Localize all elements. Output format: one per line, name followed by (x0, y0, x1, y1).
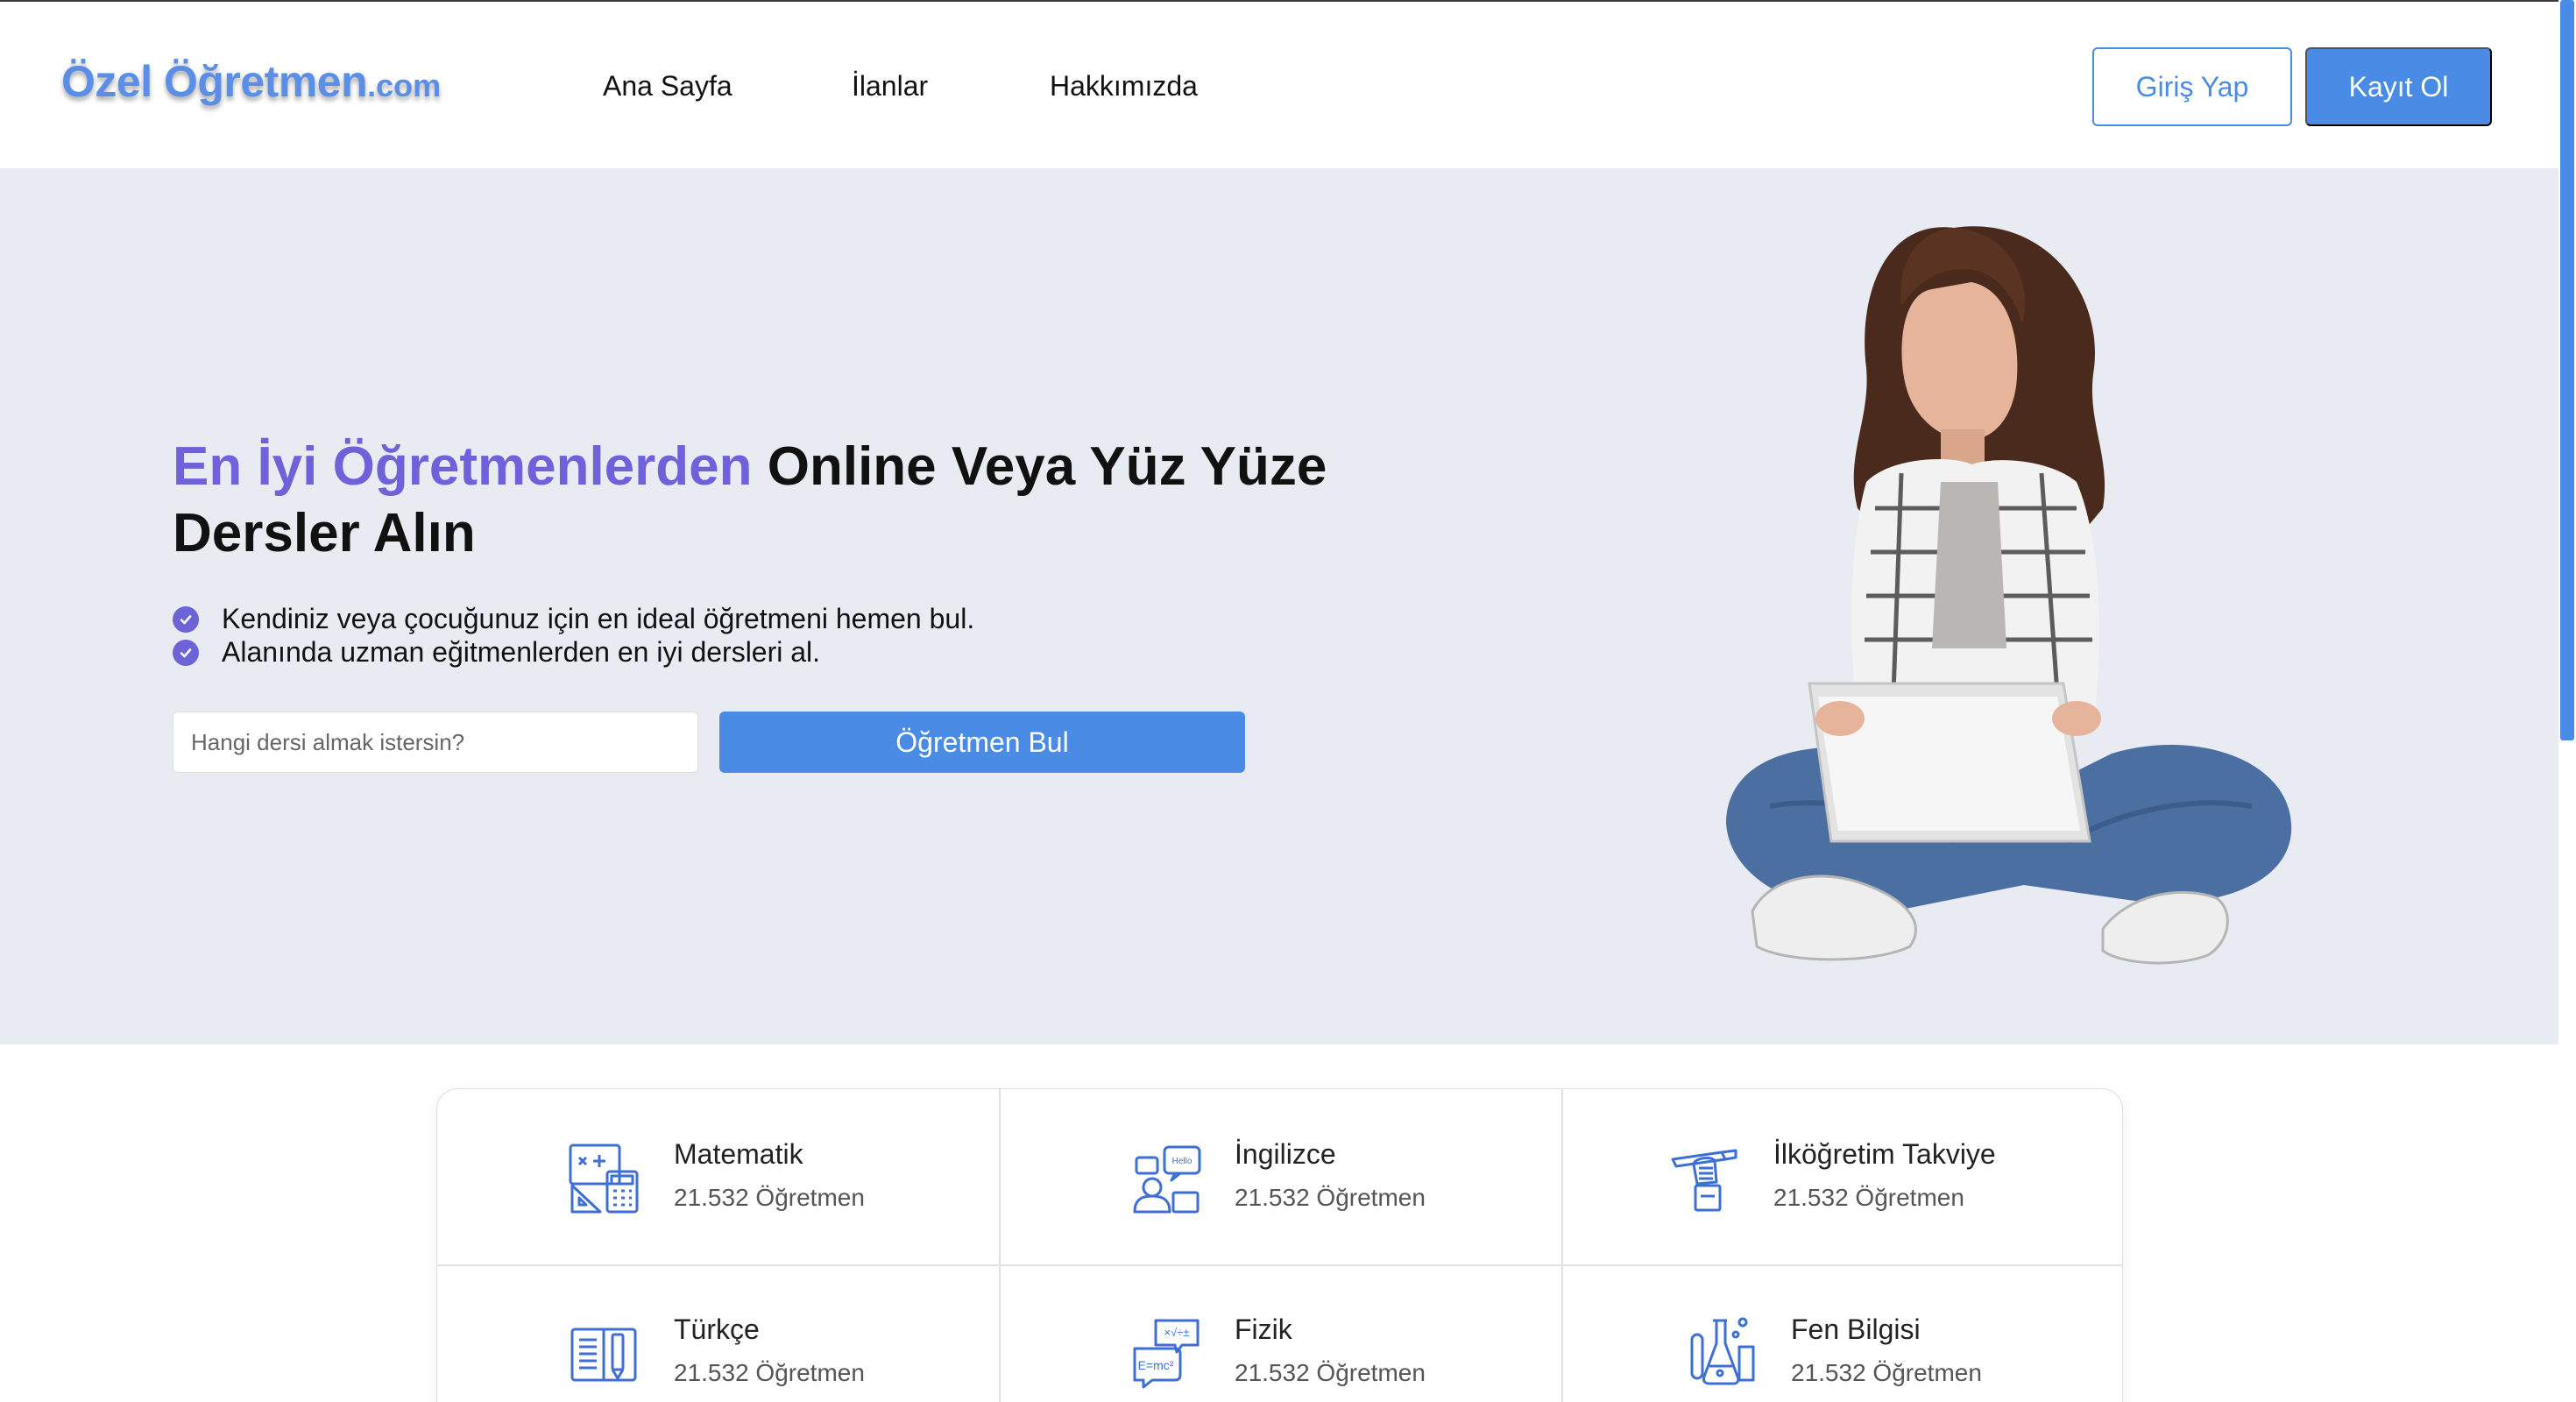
student-with-laptop-image (1726, 226, 2292, 965)
check-icon (173, 605, 199, 633)
math-icon (569, 1144, 639, 1214)
category-name: İlköğretim Takviye (1773, 1138, 1996, 1170)
category-card-matematik[interactable]: Matematik 21.532 Öğretmen (437, 1089, 999, 1264)
category-card-fen-bilgisi[interactable]: Fen Bilgisi 21.532 Öğretmen (1562, 1266, 2122, 1402)
hero-bullet-text: Alanında uzman eğitmenlerden en iyi ders… (222, 636, 821, 668)
book-icon (570, 1328, 637, 1382)
category-count: 21.532 Öğretmen (674, 1184, 865, 1211)
primary-school-icon (1671, 1149, 1737, 1212)
category-count: 21.532 Öğretmen (1235, 1359, 1426, 1386)
category-name: Türkçe (674, 1313, 760, 1345)
category-name: Fizik (1235, 1313, 1292, 1345)
login-button[interactable]: Giriş Yap (2092, 47, 2292, 126)
category-count: 21.532 Öğretmen (1773, 1184, 1964, 1211)
category-count: 21.532 Öğretmen (1791, 1359, 1982, 1386)
site-logo[interactable]: Özel Öğretmen.com (61, 56, 441, 107)
category-name: İngilizce (1235, 1138, 1336, 1170)
svg-text:E=mc²: E=mc² (1138, 1358, 1174, 1372)
category-grid: Matematik 21.532 Öğretmen Hello İngilizc… (436, 1088, 2123, 1402)
category-card-ingilizce[interactable]: Hello İngilizce 21.532 Öğretmen (1000, 1089, 1561, 1264)
page-scrollbar-thumb[interactable] (2560, 0, 2574, 740)
hero-bullet: Kendiniz veya çocuğunuz için en ideal öğ… (173, 603, 974, 635)
find-teacher-button[interactable]: Öğretmen Bul (719, 712, 1245, 773)
category-card-turkce[interactable]: Türkçe 21.532 Öğretmen (437, 1266, 999, 1402)
register-button[interactable]: Kayıt Ol (2305, 47, 2492, 126)
physics-icon: ×√÷± E=mc² (1133, 1319, 1200, 1389)
nav-about-link[interactable]: Hakkımızda (1050, 70, 1198, 103)
svg-text:Hello: Hello (1172, 1157, 1192, 1166)
logo-main-text: Özel Öğretmen (61, 57, 368, 106)
category-count: 21.532 Öğretmen (1235, 1184, 1426, 1211)
site-header: Özel Öğretmen.com Ana Sayfa İlanlar Hakk… (0, 2, 2558, 168)
category-card-fizik[interactable]: ×√÷± E=mc² Fizik 21.532 Öğretmen (1000, 1266, 1561, 1402)
nav-home-link[interactable]: Ana Sayfa (603, 70, 732, 103)
check-icon (173, 639, 199, 666)
category-name: Fen Bilgisi (1791, 1313, 1921, 1345)
logo-tld-text: .com (367, 67, 442, 103)
lesson-search-input[interactable] (173, 712, 698, 773)
category-card-ilkogretim-takviye[interactable]: İlköğretim Takviye 21.532 Öğretmen (1562, 1089, 2122, 1264)
hero-bullet: Alanında uzman eğitmenlerden en iyi ders… (173, 636, 820, 669)
hero-title-accent: En İyi Öğretmenlerden (173, 436, 753, 497)
science-icon (1690, 1317, 1755, 1385)
svg-text:×√÷±: ×√÷± (1164, 1326, 1190, 1339)
category-count: 21.532 Öğretmen (674, 1359, 865, 1386)
nav-listings-link[interactable]: İlanlar (852, 70, 928, 103)
category-name: Matematik (674, 1138, 803, 1170)
hero-bullet-text: Kendiniz veya çocuğunuz için en ideal öğ… (222, 603, 975, 634)
hero-title: En İyi Öğretmenlerden Online Veya Yüz Yü… (173, 434, 1417, 567)
page: Özel Öğretmen.com Ana Sayfa İlanlar Hakk… (0, 0, 2576, 1402)
english-icon: Hello (1133, 1145, 1201, 1214)
